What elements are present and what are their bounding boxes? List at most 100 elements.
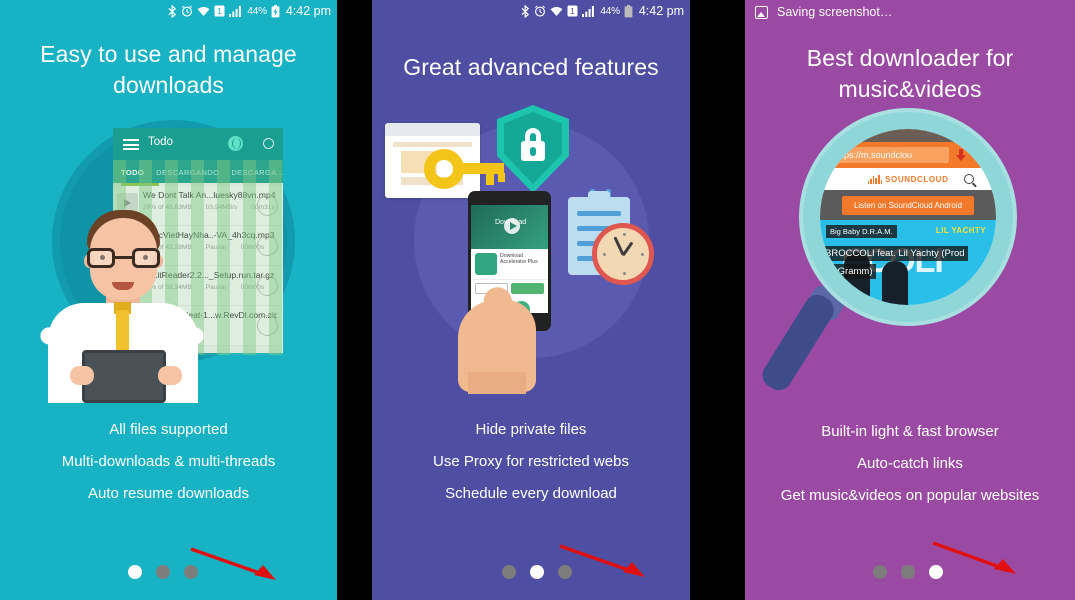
key-icon <box>424 145 505 193</box>
hand-holding-phone <box>444 280 564 394</box>
wrist <box>468 372 526 394</box>
hand-left <box>70 366 94 385</box>
sim-card-icon: 1 <box>214 5 225 17</box>
clip-top <box>588 191 610 203</box>
status-bar-1: 1 44% 4:42 pm <box>0 0 337 22</box>
hamburger-menu-icon <box>123 139 139 150</box>
page-indicator-dots-2 <box>502 565 572 579</box>
battery-charging-icon <box>271 4 280 18</box>
track-title-line-2: . J Gramm) <box>822 264 876 279</box>
status-bar-2: 1 44% 4:42 pm <box>372 0 690 22</box>
open-app-banner: Listen on SoundCloud Android <box>820 190 996 220</box>
dot-1[interactable] <box>502 565 516 579</box>
svg-text:1: 1 <box>571 6 576 16</box>
app-hero-banner: Download <box>471 205 548 249</box>
app-toolbar: Todo <box>113 128 283 161</box>
feature-item: Auto resume downloads <box>88 485 249 502</box>
bluetooth-icon <box>168 4 177 18</box>
magnifier-lens: 31% 9:57 https://m.soundclou SOUNDCLOUD <box>820 129 996 305</box>
onboarding-panel-3: Saving screenshot… Best downloader for m… <box>745 0 1075 600</box>
feature-item: Use Proxy for restricted webs <box>433 453 629 470</box>
artist-right-label: LIL YACHTY <box>935 226 986 235</box>
clock-tick <box>603 253 606 256</box>
screenshot-root: 1 44% 4:42 pm Easy to use and manage dow… <box>0 0 1075 600</box>
image-icon <box>755 5 768 19</box>
saving-screenshot-notification: Saving screenshot… <box>745 0 1075 24</box>
feature-list-1: All files supported Multi-downloads & mu… <box>0 422 337 518</box>
page-indicator-dots-1 <box>128 565 198 579</box>
feature-item: Multi-downloads & multi-threads <box>61 453 276 470</box>
page-indicator-dots-3 <box>873 565 943 579</box>
onboarding-panel-1: 1 44% 4:42 pm Easy to use and manage dow… <box>0 0 337 600</box>
dot-2[interactable] <box>156 565 170 579</box>
dot-2[interactable] <box>530 565 544 579</box>
glasses-icon <box>87 248 160 268</box>
person-illustration <box>38 198 206 403</box>
inner-status-right: 31% 9:57 <box>953 131 980 137</box>
listen-on-soundcloud-button[interactable]: Listen on SoundCloud Android <box>841 195 975 215</box>
battery-icon <box>624 4 633 18</box>
dot-3[interactable] <box>558 565 572 579</box>
silhouette-2 <box>882 261 908 305</box>
app-listing-title: Download Accelerator Plus <box>500 253 538 265</box>
wifi-icon <box>197 6 210 17</box>
soundcloud-logo: SOUNDCLOUD <box>867 174 949 184</box>
battery-percent-label: 44% <box>247 5 267 17</box>
inner-time: 9:57 <box>967 131 980 137</box>
tablet-device <box>82 350 166 403</box>
globe-icon <box>228 136 243 151</box>
lock-keyhole <box>530 147 536 156</box>
notification-label: Saving screenshot… <box>777 5 893 19</box>
svg-text:1: 1 <box>218 6 223 16</box>
page-title-2: Great advanced features <box>403 54 659 80</box>
dot-1[interactable] <box>128 565 142 579</box>
dot-1[interactable] <box>873 565 887 579</box>
dot-3[interactable] <box>929 565 943 579</box>
signal-bars-icon <box>229 5 243 17</box>
app-listing-row: Download Accelerator Plus <box>471 249 548 280</box>
url-text[interactable]: https://m.soundclou <box>828 147 949 163</box>
illustration-advanced-features: Download Download Accelerator Plus <box>372 105 690 400</box>
soundcloud-waveform-icon <box>867 174 883 184</box>
wifi-icon <box>550 6 563 17</box>
illustration-magnifier-browser: 31% 9:57 https://m.soundclou SOUNDCLOUD <box>745 112 1075 402</box>
magnifying-glass-icon: 31% 9:57 https://m.soundclou SOUNDCLOUD <box>803 112 1013 322</box>
feature-item: Schedule every download <box>445 485 617 502</box>
clock-tick <box>623 233 626 236</box>
clock-icon <box>592 223 654 285</box>
track-artwork: CCOLI Big Baby D.R.A.M. LIL YACHTY BROCC… <box>820 220 996 305</box>
search-icon[interactable] <box>964 174 974 184</box>
clock-tick <box>623 272 626 275</box>
gear-icon[interactable] <box>975 148 988 162</box>
dot-3[interactable] <box>184 565 198 579</box>
alarm-icon <box>534 5 546 17</box>
play-icon <box>504 218 520 234</box>
feature-item: Hide private files <box>475 421 587 438</box>
feature-list-3: Built-in light & fast browser Auto-catch… <box>745 424 1075 520</box>
browser-titlebar <box>385 123 480 136</box>
inner-status-bar: 31% 9:57 <box>820 129 996 142</box>
soundcloud-header: SOUNDCLOUD <box>820 168 996 190</box>
browser-url-bar[interactable]: https://m.soundclou <box>820 142 996 168</box>
app-icon <box>475 253 497 275</box>
magnifier-handle <box>757 290 839 395</box>
page-title-3: Best downloader for music&videos <box>806 45 1014 103</box>
clock-tick <box>641 253 644 256</box>
download-icon[interactable] <box>955 148 968 162</box>
page-title-1: Easy to use and manage downloads <box>40 41 297 99</box>
illustration-downloads-manager: Todo TODO DESCARGANDO DESCARGA... We Don… <box>0 108 337 403</box>
artist-tag: Big Baby D.R.A.M. <box>826 225 897 238</box>
clock-label: 4:42 pm <box>638 4 684 18</box>
key-ring <box>424 149 464 189</box>
soundcloud-wordmark: SOUNDCLOUD <box>885 174 949 184</box>
app-toolbar-title: Todo <box>148 136 173 148</box>
onboarding-panel-2: 1 44% 4:42 pm Great advanced features Do… <box>372 0 690 600</box>
bottom-nav-3: Got it <box>745 544 1075 600</box>
feature-item: All files supported <box>109 421 228 438</box>
sim-card-icon: 1 <box>567 5 578 17</box>
dot-2[interactable] <box>901 565 915 579</box>
feature-item: Built-in light & fast browser <box>821 423 999 440</box>
signal-bars-icon <box>582 5 596 17</box>
alarm-icon <box>181 5 193 17</box>
feature-item: Get music&videos on popular websites <box>780 487 1040 504</box>
